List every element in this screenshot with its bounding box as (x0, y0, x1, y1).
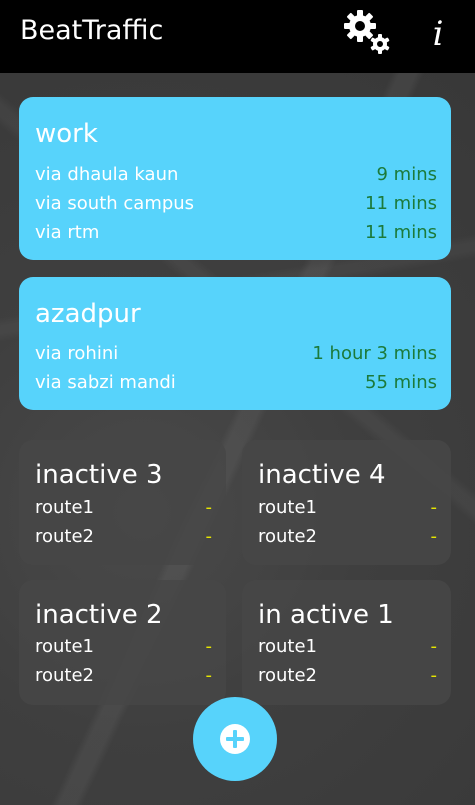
route-name: via south campus (35, 192, 195, 214)
settings-button[interactable] (340, 8, 394, 58)
route-row: route1 - (258, 494, 437, 520)
route-time: - (205, 635, 213, 657)
route-time: - (430, 525, 438, 547)
route-card-inactive-4[interactable]: inactive 4 route1 - route2 - (242, 440, 451, 565)
route-name: via rohini (35, 342, 119, 364)
card-title: in active 1 (258, 600, 394, 630)
route-name: route2 (35, 664, 95, 686)
route-name: via rtm (35, 221, 100, 243)
route-name: route2 (258, 664, 318, 686)
action-bar: BeatTraffic i (0, 0, 475, 73)
route-row: route1 - (35, 633, 212, 659)
route-card-work[interactable]: work via dhaula kaun 9 mins via south ca… (19, 97, 451, 260)
route-name: route1 (35, 635, 95, 657)
gears-icon (344, 10, 390, 54)
route-name: route1 (258, 635, 318, 657)
route-name: route2 (35, 525, 95, 547)
card-title: inactive 2 (35, 600, 163, 630)
route-row: route1 - (35, 494, 212, 520)
route-row: route2 - (258, 662, 437, 688)
route-time: 11 mins (365, 192, 437, 214)
info-icon: i (432, 14, 444, 54)
route-name: via sabzi mandi (35, 371, 176, 393)
route-row: route2 - (35, 523, 212, 549)
route-row: via rtm 11 mins (35, 219, 437, 245)
route-card-azadpur[interactable]: azadpur via rohini 1 hour 3 mins via sab… (19, 277, 451, 410)
route-time: - (205, 525, 213, 547)
card-title: inactive 4 (258, 460, 386, 490)
route-row: via dhaula kaun 9 mins (35, 161, 437, 187)
route-card-in-active-1[interactable]: in active 1 route1 - route2 - (242, 580, 451, 705)
route-row: via rohini 1 hour 3 mins (35, 340, 437, 366)
route-time: - (430, 635, 438, 657)
card-title: azadpur (35, 299, 141, 329)
route-row: via sabzi mandi 55 mins (35, 369, 437, 395)
route-time: 55 mins (365, 371, 437, 393)
card-title: work (35, 119, 98, 149)
route-name: route2 (258, 525, 318, 547)
route-row: via south campus 11 mins (35, 190, 437, 216)
route-time: - (205, 664, 213, 686)
route-name: route1 (258, 496, 318, 518)
route-row: route2 - (258, 523, 437, 549)
route-card-inactive-2[interactable]: inactive 2 route1 - route2 - (19, 580, 226, 705)
route-name: route1 (35, 496, 95, 518)
plus-circle-icon (220, 724, 250, 754)
info-button[interactable]: i (424, 12, 452, 56)
route-time: - (430, 664, 438, 686)
route-card-inactive-3[interactable]: inactive 3 route1 - route2 - (19, 440, 226, 565)
route-time: - (205, 496, 213, 518)
route-row: route2 - (35, 662, 212, 688)
route-time: 1 hour 3 mins (312, 342, 437, 364)
route-time: 9 mins (376, 163, 438, 185)
route-name: via dhaula kaun (35, 163, 179, 185)
app-title: BeatTraffic (20, 15, 164, 46)
route-row: route1 - (258, 633, 437, 659)
card-title: inactive 3 (35, 460, 163, 490)
route-time: - (430, 496, 438, 518)
add-route-button[interactable] (193, 697, 277, 781)
route-time: 11 mins (365, 221, 437, 243)
